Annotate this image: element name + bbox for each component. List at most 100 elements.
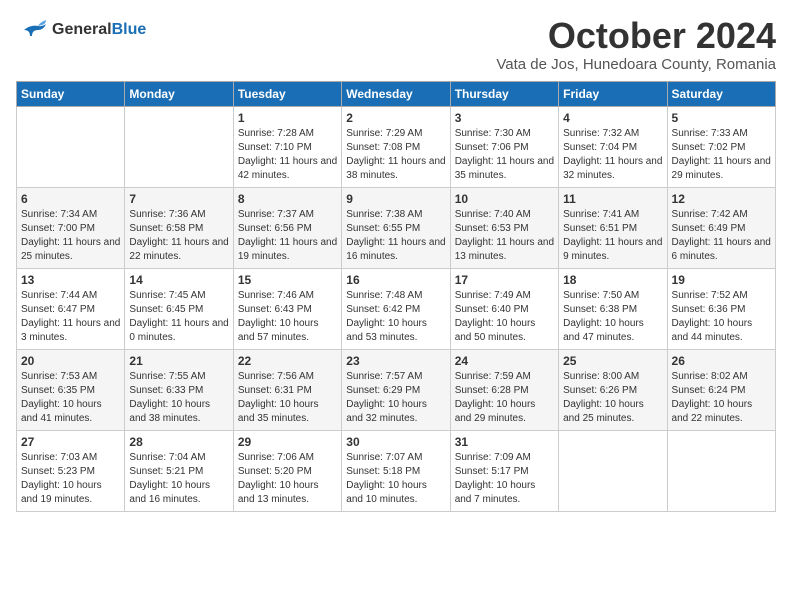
day-cell: 5 Sunrise: 7:33 AM Sunset: 7:02 PM Daylig…	[667, 106, 775, 187]
day-number: 21	[129, 354, 228, 368]
column-header-wednesday: Wednesday	[342, 81, 450, 106]
day-cell: 20Sunrise: 7:53 AM Sunset: 6:35 PM Dayli…	[17, 349, 125, 430]
day-cell: 31 Sunrise: 7:09 AM Sunset: 5:17 PM Dayli…	[450, 430, 558, 511]
header-row: SundayMondayTuesdayWednesdayThursdayFrid…	[17, 81, 776, 106]
column-header-sunday: Sunday	[17, 81, 125, 106]
week-row-5: 27 Sunrise: 7:03 AM Sunset: 5:23 PM Dayli…	[17, 430, 776, 511]
page-header: GeneralBlue October 2024 Vata de Jos, Hu…	[16, 16, 776, 73]
day-info: Sunrise: 7:59 AM Sunset: 6:28 PM Dayligh…	[455, 370, 554, 426]
day-info: Sunrise: 8:02 AM Sunset: 6:24 PM Dayligh…	[672, 370, 771, 426]
day-number: 1	[238, 111, 337, 125]
day-cell: 14 Sunrise: 7:45 AM Sunset: 6:45 PM Dayli…	[125, 268, 233, 349]
day-cell: 16 Sunrise: 7:48 AM Sunset: 6:42 PM Dayli…	[342, 268, 450, 349]
day-info: Sunrise: 7:52 AM Sunset: 6:36 PM Dayligh…	[672, 289, 771, 345]
logo-bird-icon	[16, 16, 48, 44]
day-cell: 3 Sunrise: 7:30 AM Sunset: 7:06 PM Daylig…	[450, 106, 558, 187]
week-row-2: 6 Sunrise: 7:34 AM Sunset: 7:00 PM Daylig…	[17, 187, 776, 268]
column-header-friday: Friday	[559, 81, 667, 106]
day-info: Sunrise: 7:28 AM Sunset: 7:10 PM Dayligh…	[238, 127, 337, 183]
day-number: 29	[238, 435, 337, 449]
day-cell: 30Sunrise: 7:07 AM Sunset: 5:18 PM Dayli…	[342, 430, 450, 511]
column-header-saturday: Saturday	[667, 81, 775, 106]
day-number: 8	[238, 192, 337, 206]
day-number: 22	[238, 354, 337, 368]
day-info: Sunrise: 7:29 AM Sunset: 7:08 PM Dayligh…	[346, 127, 445, 183]
day-cell	[667, 430, 775, 511]
day-number: 23	[346, 354, 445, 368]
day-info: Sunrise: 7:48 AM Sunset: 6:42 PM Dayligh…	[346, 289, 445, 345]
day-number: 14	[129, 273, 228, 287]
day-number: 17	[455, 273, 554, 287]
day-number: 9	[346, 192, 445, 206]
day-number: 4	[563, 111, 662, 125]
day-cell: 8 Sunrise: 7:37 AM Sunset: 6:56 PM Daylig…	[233, 187, 341, 268]
title-block: October 2024 Vata de Jos, Hunedoara Coun…	[496, 16, 776, 73]
day-info: Sunrise: 7:49 AM Sunset: 6:40 PM Dayligh…	[455, 289, 554, 345]
day-cell: 11 Sunrise: 7:41 AM Sunset: 6:51 PM Dayli…	[559, 187, 667, 268]
day-info: Sunrise: 7:50 AM Sunset: 6:38 PM Dayligh…	[563, 289, 662, 345]
day-cell: 19 Sunrise: 7:52 AM Sunset: 6:36 PM Dayli…	[667, 268, 775, 349]
day-cell	[17, 106, 125, 187]
day-info: Sunrise: 7:37 AM Sunset: 6:56 PM Dayligh…	[238, 208, 337, 264]
day-info: Sunrise: 7:56 AM Sunset: 6:31 PM Dayligh…	[238, 370, 337, 426]
day-cell: 22 Sunrise: 7:56 AM Sunset: 6:31 PM Dayli…	[233, 349, 341, 430]
day-info: Sunrise: 7:34 AM Sunset: 7:00 PM Dayligh…	[21, 208, 120, 264]
day-cell: 12Sunrise: 7:42 AM Sunset: 6:49 PM Dayli…	[667, 187, 775, 268]
day-cell	[559, 430, 667, 511]
day-number: 26	[672, 354, 771, 368]
column-header-monday: Monday	[125, 81, 233, 106]
week-row-3: 13Sunrise: 7:44 AM Sunset: 6:47 PM Dayli…	[17, 268, 776, 349]
day-number: 3	[455, 111, 554, 125]
day-number: 11	[563, 192, 662, 206]
day-cell: 24 Sunrise: 7:59 AM Sunset: 6:28 PM Dayli…	[450, 349, 558, 430]
day-cell: 29 Sunrise: 7:06 AM Sunset: 5:20 PM Dayli…	[233, 430, 341, 511]
day-cell: 10 Sunrise: 7:40 AM Sunset: 6:53 PM Dayli…	[450, 187, 558, 268]
day-info: Sunrise: 7:45 AM Sunset: 6:45 PM Dayligh…	[129, 289, 228, 345]
calendar-table: SundayMondayTuesdayWednesdayThursdayFrid…	[16, 81, 776, 512]
day-info: Sunrise: 7:03 AM Sunset: 5:23 PM Dayligh…	[21, 451, 120, 507]
day-cell: 28 Sunrise: 7:04 AM Sunset: 5:21 PM Dayli…	[125, 430, 233, 511]
day-cell: 9 Sunrise: 7:38 AM Sunset: 6:55 PM Daylig…	[342, 187, 450, 268]
day-number: 20	[21, 354, 120, 368]
day-cell: 1 Sunrise: 7:28 AM Sunset: 7:10 PM Daylig…	[233, 106, 341, 187]
day-cell: 7 Sunrise: 7:36 AM Sunset: 6:58 PM Daylig…	[125, 187, 233, 268]
day-info: Sunrise: 7:06 AM Sunset: 5:20 PM Dayligh…	[238, 451, 337, 507]
day-cell: 17 Sunrise: 7:49 AM Sunset: 6:40 PM Dayli…	[450, 268, 558, 349]
day-number: 24	[455, 354, 554, 368]
month-title: October 2024	[496, 16, 776, 56]
location-subtitle: Vata de Jos, Hunedoara County, Romania	[496, 56, 776, 73]
day-number: 25	[563, 354, 662, 368]
day-info: Sunrise: 7:04 AM Sunset: 5:21 PM Dayligh…	[129, 451, 228, 507]
day-number: 5	[672, 111, 771, 125]
day-number: 6	[21, 192, 120, 206]
day-cell: 18 Sunrise: 7:50 AM Sunset: 6:38 PM Dayli…	[559, 268, 667, 349]
day-number: 18	[563, 273, 662, 287]
day-info: Sunrise: 7:36 AM Sunset: 6:58 PM Dayligh…	[129, 208, 228, 264]
day-number: 12	[672, 192, 771, 206]
column-header-thursday: Thursday	[450, 81, 558, 106]
day-info: Sunrise: 7:46 AM Sunset: 6:43 PM Dayligh…	[238, 289, 337, 345]
day-info: Sunrise: 7:30 AM Sunset: 7:06 PM Dayligh…	[455, 127, 554, 183]
day-cell: 4 Sunrise: 7:32 AM Sunset: 7:04 PM Daylig…	[559, 106, 667, 187]
day-cell: 6 Sunrise: 7:34 AM Sunset: 7:00 PM Daylig…	[17, 187, 125, 268]
day-number: 27	[21, 435, 120, 449]
day-info: Sunrise: 7:33 AM Sunset: 7:02 PM Dayligh…	[672, 127, 771, 183]
day-number: 15	[238, 273, 337, 287]
day-number: 28	[129, 435, 228, 449]
week-row-1: 1 Sunrise: 7:28 AM Sunset: 7:10 PM Daylig…	[17, 106, 776, 187]
day-info: Sunrise: 7:32 AM Sunset: 7:04 PM Dayligh…	[563, 127, 662, 183]
day-cell: 23Sunrise: 7:57 AM Sunset: 6:29 PM Dayli…	[342, 349, 450, 430]
day-info: Sunrise: 8:00 AM Sunset: 6:26 PM Dayligh…	[563, 370, 662, 426]
day-info: Sunrise: 7:38 AM Sunset: 6:55 PM Dayligh…	[346, 208, 445, 264]
day-info: Sunrise: 7:41 AM Sunset: 6:51 PM Dayligh…	[563, 208, 662, 264]
day-number: 7	[129, 192, 228, 206]
day-number: 19	[672, 273, 771, 287]
week-row-4: 20Sunrise: 7:53 AM Sunset: 6:35 PM Dayli…	[17, 349, 776, 430]
day-number: 16	[346, 273, 445, 287]
day-number: 10	[455, 192, 554, 206]
day-number: 31	[455, 435, 554, 449]
day-info: Sunrise: 7:09 AM Sunset: 5:17 PM Dayligh…	[455, 451, 554, 507]
day-cell: 26 Sunrise: 8:02 AM Sunset: 6:24 PM Dayli…	[667, 349, 775, 430]
day-info: Sunrise: 7:40 AM Sunset: 6:53 PM Dayligh…	[455, 208, 554, 264]
logo: GeneralBlue	[16, 16, 146, 44]
